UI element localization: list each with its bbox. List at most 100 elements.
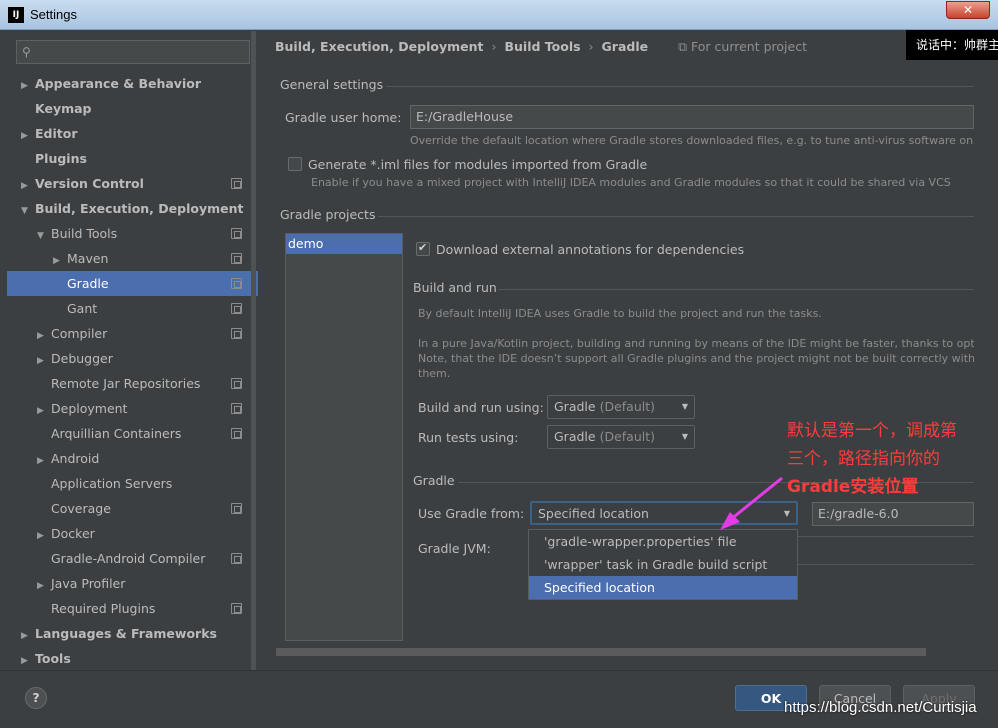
- section-divider: [378, 216, 974, 217]
- gradle-location-field[interactable]: E:/gradle-6.0: [812, 502, 974, 526]
- sidebar-item-label: Build, Execution, Deployment: [35, 201, 244, 216]
- sidebar-item-build-tools[interactable]: ▼ Build Tools: [7, 221, 258, 246]
- general-settings-title: General settings: [280, 77, 384, 92]
- sidebar-item-label: Languages & Frameworks: [35, 626, 217, 641]
- main-horizontal-scrollbar[interactable]: [276, 648, 926, 656]
- gradle-option-specified-location[interactable]: Specified location: [529, 576, 797, 599]
- annotation-line: 三个，路径指向你的: [787, 449, 940, 469]
- sidebar-item-label: Tools: [35, 651, 71, 666]
- sidebar-item-remote-jar-repositories[interactable]: Remote Jar Repositories: [7, 371, 258, 396]
- sidebar-item-compiler[interactable]: ▶ Compiler: [7, 321, 258, 346]
- sidebar-item-debugger[interactable]: ▶ Debugger: [7, 346, 258, 371]
- section-divider: [386, 86, 974, 87]
- sidebar-item-label: Required Plugins: [51, 601, 156, 616]
- sidebar-item-label: Arquillian Containers: [51, 426, 182, 441]
- sidebar-item-arquillian-containers[interactable]: Arquillian Containers: [7, 421, 258, 446]
- settings-sidebar: ⚲ ▶ Appearance & Behavior Keymap ▶ Editor Plu…: [7, 31, 258, 670]
- sidebar-item-editor[interactable]: ▶ Editor: [7, 121, 258, 146]
- sidebar-item-label: Editor: [35, 126, 78, 141]
- sidebar-item-label: Keymap: [35, 101, 92, 116]
- sidebar-item-keymap[interactable]: Keymap: [7, 96, 258, 121]
- project-settings-icon: [231, 228, 242, 239]
- sidebar-item-required-plugins[interactable]: Required Plugins: [7, 596, 258, 621]
- chevron-down-icon: ▼: [681, 432, 688, 441]
- gradle-user-home-field[interactable]: E:/GradleHouse: [410, 105, 974, 129]
- breadcrumb-part: Gradle: [601, 39, 649, 54]
- intellij-app-icon: IJ: [8, 7, 24, 23]
- sidebar-scrollbar[interactable]: [251, 31, 256, 670]
- sidebar-item-label: Debugger: [51, 351, 113, 366]
- sidebar-item-appearance-behavior[interactable]: ▶ Appearance & Behavior: [7, 71, 258, 96]
- generate-iml-label: Generate *.iml files for modules importe…: [308, 157, 648, 172]
- watermark-url: https://blog.csdn.net/Curtisjia: [784, 699, 977, 716]
- sidebar-item-label: Docker: [51, 526, 95, 541]
- breadcrumb: Build, Execution, Deployment › Build Tools…: [275, 39, 807, 55]
- project-settings-icon: [231, 603, 242, 614]
- download-annotations-checkbox[interactable]: [416, 241, 430, 256]
- download-annotations-label: Download external annotations for depend…: [436, 242, 745, 257]
- window-title-bar: IJ Settings ✕: [0, 0, 998, 30]
- annotation-line: 默认是第一个，调成第: [787, 421, 957, 441]
- sidebar-item-label: Plugins: [35, 151, 87, 166]
- sidebar-item-label: Compiler: [51, 326, 108, 341]
- project-scope-text: For current project: [691, 39, 807, 54]
- project-settings-icon: [231, 303, 242, 314]
- project-settings-icon: [231, 178, 242, 189]
- sidebar-item-label: Application Servers: [51, 476, 173, 491]
- project-scope-icon: ⧉: [678, 39, 692, 54]
- sidebar-item-gradle-android-compiler[interactable]: Gradle-Android Compiler: [7, 546, 258, 571]
- sidebar-item-label: Gant: [67, 301, 98, 316]
- gradle-projects-title: Gradle projects: [280, 207, 376, 222]
- project-settings-icon: [231, 278, 242, 289]
- red-annotation: 默认是第一个，调成第 三个，路径指向你的 Gradle安装位置: [787, 417, 987, 501]
- project-item-demo[interactable]: demo: [286, 234, 402, 254]
- generate-iml-hint: Enable if you have a mixed project with …: [311, 176, 951, 189]
- sidebar-item-java-profiler[interactable]: ▶ Java Profiler: [7, 571, 258, 596]
- run-tests-using-select[interactable]: Gradle (Default) ▼: [547, 425, 695, 449]
- sidebar-item-version-control[interactable]: ▶ Version Control: [7, 171, 258, 196]
- sidebar-item-label: Android: [51, 451, 100, 466]
- sidebar-item-android[interactable]: ▶ Android: [7, 446, 258, 471]
- build-run-description: Note, that the IDE doesn’t support all G…: [418, 352, 974, 365]
- breadcrumb-part[interactable]: Build, Execution, Deployment: [275, 39, 483, 54]
- generate-iml-checkbox[interactable]: [288, 157, 302, 171]
- gradle-settings-panel: Build, Execution, Deployment › Build Tools…: [258, 31, 998, 670]
- project-settings-icon: [231, 378, 242, 389]
- sidebar-item-maven[interactable]: ▶ Maven: [7, 246, 258, 271]
- sidebar-item-label: Appearance & Behavior: [35, 76, 201, 91]
- run-tests-using-default: (Default): [599, 429, 656, 444]
- sidebar-item-deployment[interactable]: ▶ Deployment: [7, 396, 258, 421]
- sidebar-item-gradle[interactable]: Gradle: [7, 271, 258, 296]
- breadcrumb-part[interactable]: Build Tools: [504, 39, 580, 54]
- sidebar-item-label: Java Profiler: [51, 576, 126, 591]
- sidebar-item-docker[interactable]: ▶ Docker: [7, 521, 258, 546]
- build-run-using-value: Gradle: [554, 399, 596, 414]
- build-run-description: In a pure Java/Kotlin project, building …: [418, 337, 974, 350]
- project-settings-icon: [231, 403, 242, 414]
- build-run-using-select[interactable]: Gradle (Default) ▼: [547, 395, 695, 419]
- sidebar-item-build-execution-deployment[interactable]: ▼ Build, Execution, Deployment: [7, 196, 258, 221]
- project-scope-label: ⧉ For current project: [678, 39, 807, 54]
- sidebar-item-languages-frameworks[interactable]: ▶ Languages & Frameworks: [7, 621, 258, 646]
- sidebar-item-gant[interactable]: Gant: [7, 296, 258, 321]
- build-run-description: By default IntelliJ IDEA uses Gradle to …: [418, 307, 822, 320]
- window-close-button[interactable]: ✕: [946, 1, 990, 19]
- settings-tree: ▶ Appearance & Behavior Keymap ▶ Editor Plugi…: [7, 71, 258, 671]
- help-button[interactable]: ?: [25, 687, 47, 709]
- settings-search-input[interactable]: ⚲: [16, 40, 250, 64]
- gradle-projects-list[interactable]: demo: [285, 233, 403, 641]
- sidebar-item-plugins[interactable]: Plugins: [7, 146, 258, 171]
- project-settings-icon: [231, 253, 242, 264]
- search-icon: ⚲: [22, 45, 31, 59]
- sidebar-item-application-servers[interactable]: Application Servers: [7, 471, 258, 496]
- use-gradle-from-value: Specified location: [538, 506, 649, 521]
- sidebar-item-coverage[interactable]: Coverage: [7, 496, 258, 521]
- project-settings-icon: [231, 328, 242, 339]
- sidebar-item-tools[interactable]: ▶ Tools: [7, 646, 258, 671]
- build-and-run-title: Build and run: [413, 280, 497, 295]
- use-gradle-from-label: Use Gradle from:: [418, 506, 525, 521]
- sidebar-item-label: Maven: [67, 251, 109, 266]
- section-divider: [498, 289, 974, 290]
- gradle-option-wrapper-task[interactable]: 'wrapper' task in Gradle build script: [529, 553, 797, 576]
- build-run-description: them.: [418, 367, 451, 380]
